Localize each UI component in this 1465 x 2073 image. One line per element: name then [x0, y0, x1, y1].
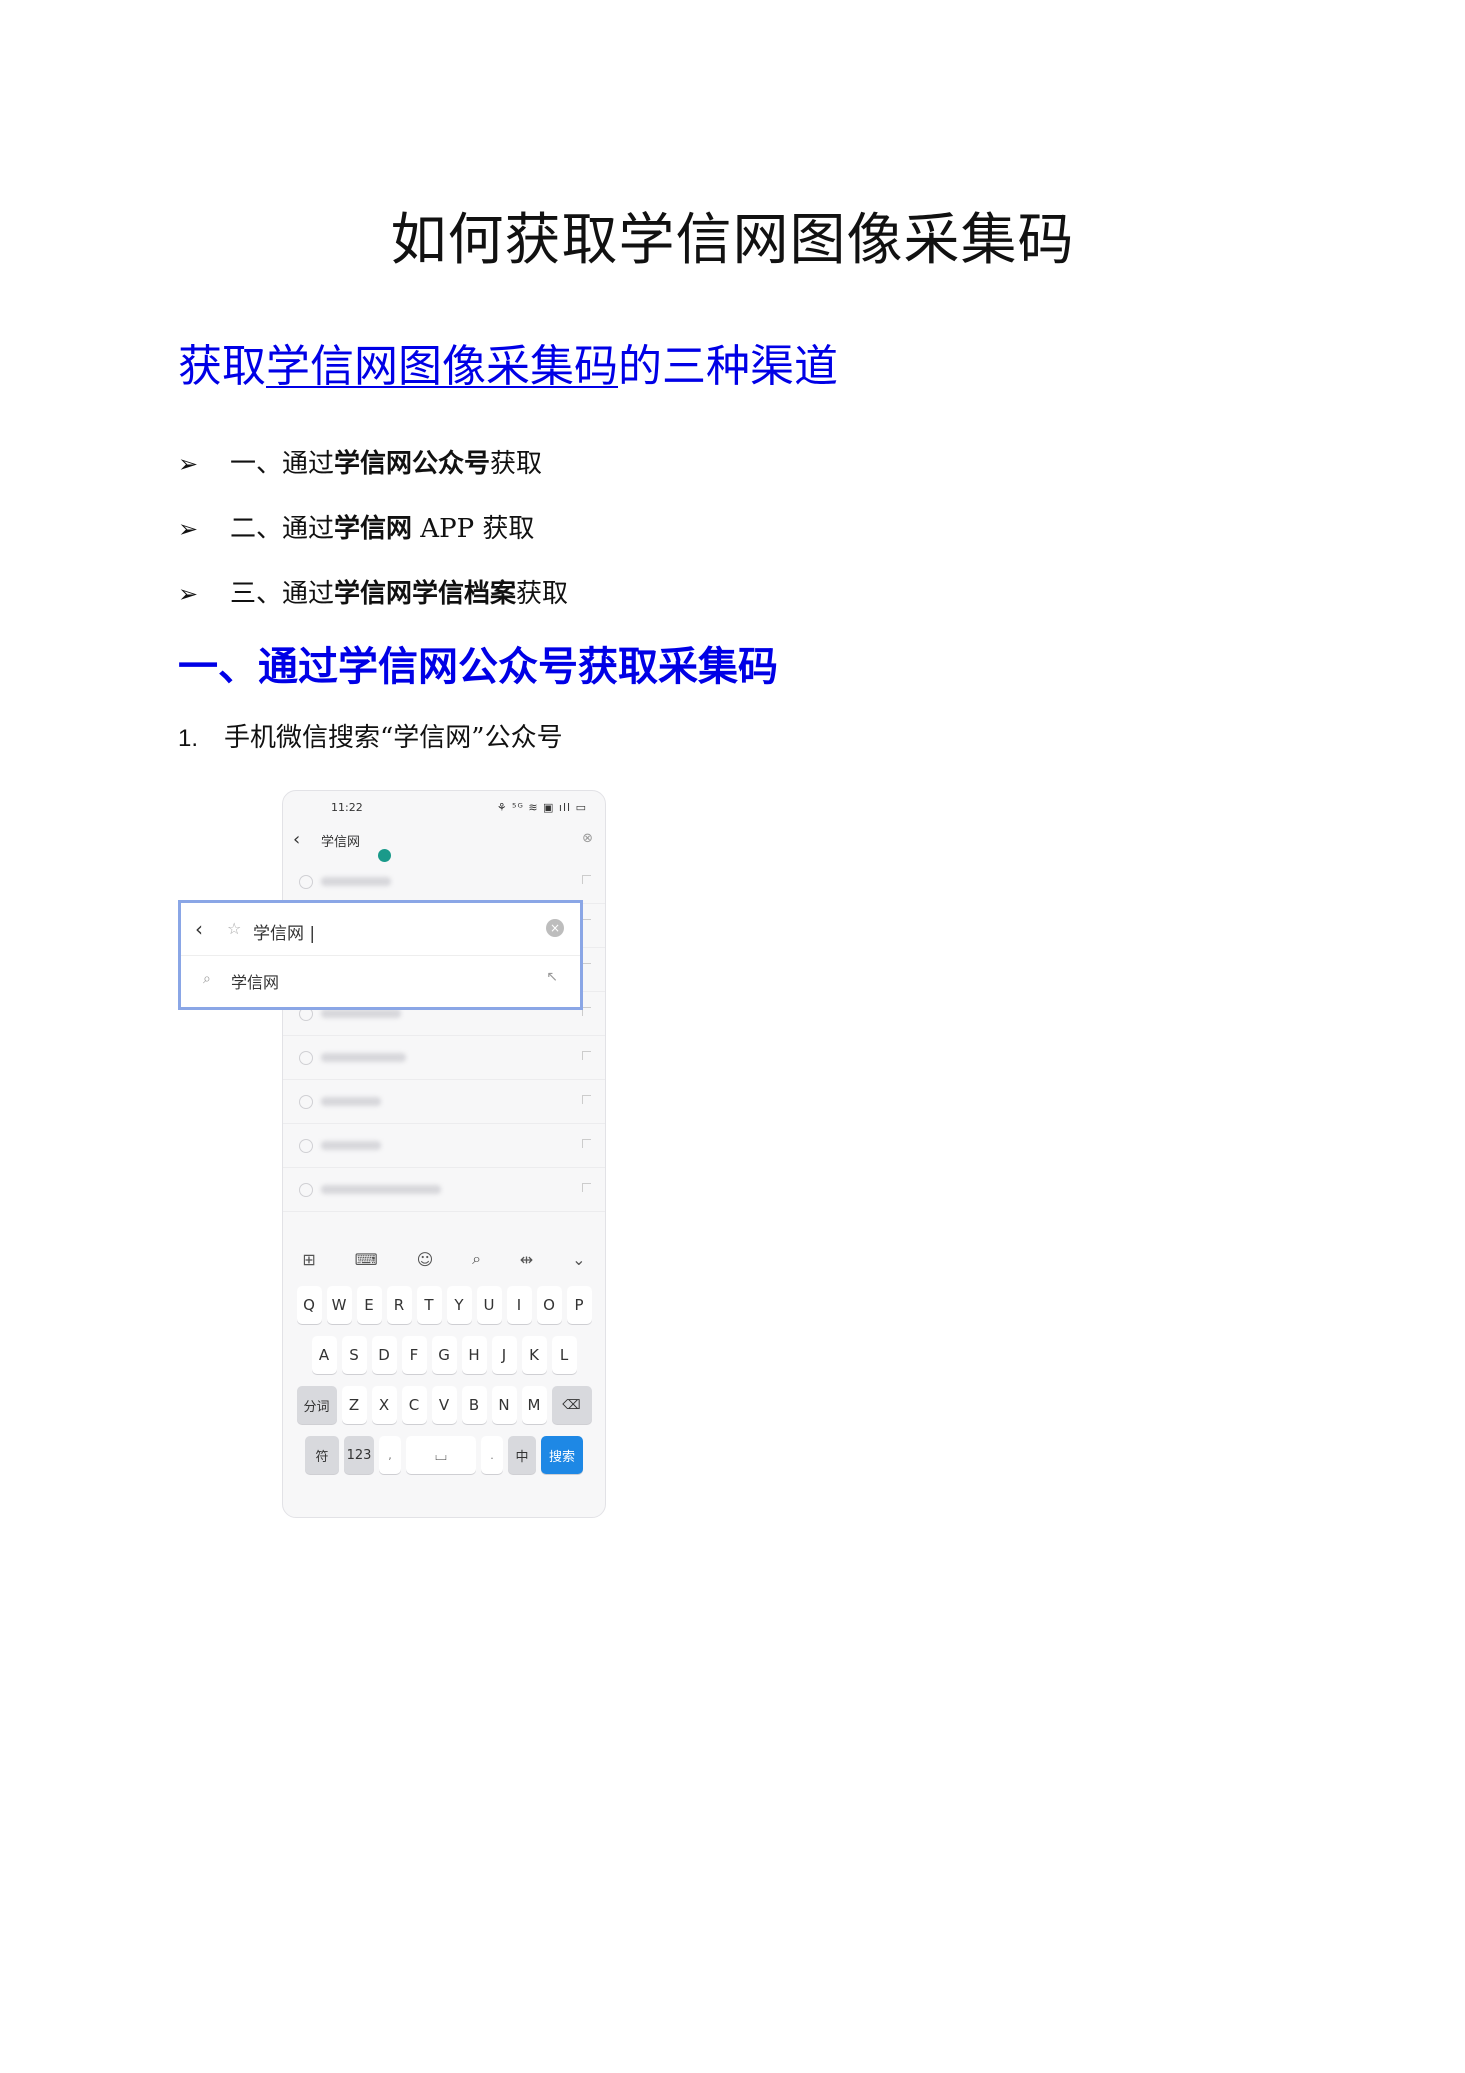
- key[interactable]: S: [341, 1336, 367, 1374]
- key[interactable]: X: [371, 1386, 397, 1424]
- key[interactable]: J: [491, 1336, 517, 1374]
- clear-icon[interactable]: ×: [546, 919, 564, 937]
- step-1: 1. 手机微信搜索“学信网”公众号: [178, 720, 563, 757]
- clipboard-icon[interactable]: ⊞: [302, 1250, 315, 1269]
- key[interactable]: L: [551, 1336, 577, 1374]
- status-icons: ⚘ ⁵ᴳ ≋ ▣ ıll ▭: [496, 801, 587, 814]
- period-key[interactable]: .: [481, 1436, 503, 1474]
- key[interactable]: A: [311, 1336, 337, 1374]
- back-icon: ‹: [293, 829, 301, 850]
- number-key[interactable]: 123: [344, 1436, 374, 1474]
- blurred-suggestion-row: [283, 859, 605, 904]
- key[interactable]: U: [476, 1286, 502, 1324]
- language-key[interactable]: 中: [508, 1436, 536, 1474]
- channel-item: ➢ 三、通过学信网学信档案获取: [178, 576, 568, 641]
- key[interactable]: D: [371, 1336, 397, 1374]
- fill-arrow-icon[interactable]: ↖: [546, 969, 558, 985]
- cursor-move-icon[interactable]: ⇹: [520, 1250, 533, 1269]
- key[interactable]: H: [461, 1336, 487, 1374]
- channel-item: ➢ 二、通过学信网 APP 获取: [178, 511, 568, 576]
- key[interactable]: I: [506, 1286, 532, 1324]
- channel-name: 学信网学信档案: [334, 579, 517, 609]
- channel-name: 学信网公众号: [334, 449, 491, 479]
- page-title: 如何获取学信网图像采集码: [390, 208, 1075, 273]
- search-icon[interactable]: ⌕: [472, 1249, 481, 1269]
- search-suggestion[interactable]: 学信网: [231, 969, 279, 993]
- arrow-bullet-icon: ➢: [178, 515, 199, 543]
- search-input[interactable]: 学信网 |: [253, 919, 315, 944]
- channel-suffix: 获取: [516, 579, 569, 609]
- channel-list: ➢ 一、通过学信网公众号获取 ➢ 二、通过学信网 APP 获取 ➢ 三、通过学信…: [178, 446, 568, 641]
- channel-suffix: 获取: [490, 449, 543, 479]
- key[interactable]: Q: [296, 1286, 322, 1324]
- channel-prefix: 一、通过: [230, 449, 335, 479]
- search-bar: ‹ 学信网 ⊗: [283, 823, 605, 859]
- search-icon: ⌕: [203, 971, 211, 987]
- section-heading-part1: 获取: [178, 341, 266, 392]
- symbol-key[interactable]: 符: [305, 1436, 339, 1474]
- status-time: 11:22: [331, 801, 363, 814]
- section-heading-link[interactable]: 学信网图像采集码: [266, 341, 618, 392]
- key[interactable]: R: [386, 1286, 412, 1324]
- blurred-suggestion-row: [283, 1167, 605, 1212]
- key[interactable]: Z: [341, 1386, 367, 1424]
- arrow-bullet-icon: ➢: [178, 580, 199, 608]
- keyboard: Q W E R T Y U I O P A S D F G H J K L 分词…: [287, 1286, 601, 1486]
- keyboard-row: A S D F G H J K L: [287, 1336, 601, 1374]
- clear-icon: ⊗: [582, 831, 593, 846]
- key[interactable]: K: [521, 1336, 547, 1374]
- keyboard-toolbar: ⊞ ⌨ ☺ ⌕ ⇹ ⌄: [283, 1241, 605, 1277]
- segment-key[interactable]: 分词: [296, 1386, 337, 1424]
- back-icon[interactable]: ‹: [195, 917, 203, 941]
- keyboard-row: Q W E R T Y U I O P: [287, 1286, 601, 1324]
- step-text: 手机微信搜索“学信网”公众号: [224, 723, 563, 753]
- key[interactable]: M: [521, 1386, 547, 1424]
- arrow-bullet-icon: ➢: [178, 450, 199, 478]
- channel-name: 学信网: [334, 514, 413, 544]
- status-bar: 11:22 ⚘ ⁵ᴳ ≋ ▣ ıll ▭: [283, 801, 605, 819]
- key[interactable]: B: [461, 1386, 487, 1424]
- key[interactable]: F: [401, 1336, 427, 1374]
- blurred-suggestion-row: [283, 1035, 605, 1080]
- channel-prefix: 二、通过: [230, 514, 335, 544]
- section-heading: 获取学信网图像采集码的三种渠道: [178, 338, 838, 396]
- key[interactable]: C: [401, 1386, 427, 1424]
- search-query: 学信网: [321, 835, 361, 850]
- channel-prefix: 三、通过: [230, 579, 335, 609]
- key[interactable]: G: [431, 1336, 457, 1374]
- channel-suffix: APP 获取: [412, 514, 535, 544]
- key[interactable]: Y: [446, 1286, 472, 1324]
- keyboard-row: 符 123 , ⌴ . 中 搜索: [287, 1436, 601, 1474]
- channel-item: ➢ 一、通过学信网公众号获取: [178, 446, 568, 511]
- key[interactable]: E: [356, 1286, 382, 1324]
- divider: [181, 955, 580, 956]
- subsection-heading: 一、通过学信网公众号获取采集码: [178, 643, 778, 690]
- key[interactable]: T: [416, 1286, 442, 1324]
- collapse-icon[interactable]: ⌄: [572, 1250, 585, 1269]
- star-icon: ☆: [227, 919, 242, 938]
- section-heading-part3: 的三种渠道: [618, 341, 838, 392]
- highlighted-search-box: ‹ ☆ 学信网 | × ⌕ 学信网 ↖: [178, 900, 583, 1010]
- keyboard-row: 分词 Z X C V B N M ⌫: [287, 1386, 601, 1424]
- keyboard-icon[interactable]: ⌨: [355, 1250, 378, 1269]
- key[interactable]: W: [326, 1286, 352, 1324]
- key[interactable]: P: [566, 1286, 592, 1324]
- comma-key[interactable]: ,: [379, 1436, 401, 1474]
- search-key[interactable]: 搜索: [541, 1436, 583, 1474]
- space-key[interactable]: ⌴: [406, 1436, 476, 1474]
- key[interactable]: O: [536, 1286, 562, 1324]
- key[interactable]: N: [491, 1386, 517, 1424]
- blurred-suggestion-row: [283, 1123, 605, 1168]
- backspace-icon[interactable]: ⌫: [551, 1386, 592, 1424]
- blurred-suggestion-row: [283, 1079, 605, 1124]
- emoji-icon[interactable]: ☺: [417, 1250, 434, 1269]
- step-number: 1.: [178, 725, 199, 752]
- key[interactable]: V: [431, 1386, 457, 1424]
